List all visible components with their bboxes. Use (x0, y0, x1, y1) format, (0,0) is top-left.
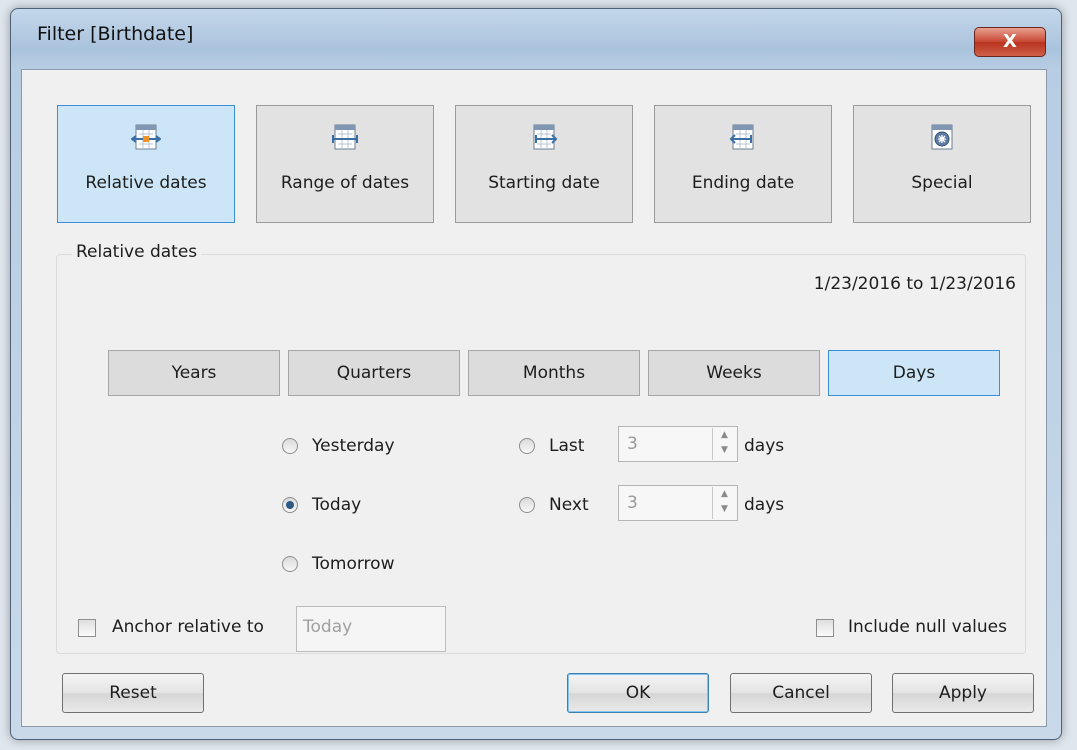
special-icon (931, 124, 953, 150)
next-count-arrows[interactable]: ▲ ▼ (712, 487, 736, 519)
ending-date-icon (729, 124, 754, 150)
tab-range-of-dates-label: Range of dates (280, 173, 410, 193)
last-label: Last (549, 436, 585, 456)
anchor-label: Anchor relative to (112, 617, 264, 637)
unit-quarters-button[interactable]: Quarters (288, 350, 460, 396)
tab-starting-date[interactable]: Starting date (455, 105, 633, 223)
decrement-arrow-icon[interactable]: ▼ (713, 443, 736, 458)
unit-months-button[interactable]: Months (468, 350, 640, 396)
include-null-checkbox[interactable] (816, 619, 834, 637)
dialog-body: Relative dates Range of dates Starting d… (21, 69, 1047, 727)
option-last[interactable]: Last (519, 436, 584, 456)
tab-relative-dates[interactable]: Relative dates (57, 105, 235, 223)
today-label: Today (312, 495, 362, 515)
next-label: Next (549, 495, 589, 515)
apply-button[interactable]: Apply (892, 673, 1034, 713)
option-yesterday[interactable]: Yesterday (282, 436, 395, 456)
tab-starting-date-label: Starting date (488, 173, 600, 193)
include-null-label: Include null values (848, 617, 1007, 637)
range-of-dates-icon (332, 124, 358, 150)
ok-button[interactable]: OK (567, 673, 709, 713)
tab-range-of-dates[interactable]: Range of dates (256, 105, 434, 223)
tab-relative-dates-label: Relative dates (85, 173, 207, 193)
filter-dialog: Filter [Birthdate] X Relative dates Rang… (10, 8, 1062, 740)
last-count-stepper[interactable]: 3 ▲ ▼ (618, 426, 738, 462)
last-radio[interactable] (519, 438, 535, 454)
anchor-date-field[interactable]: Today (296, 606, 446, 652)
tomorrow-label: Tomorrow (312, 554, 395, 574)
date-range-summary: 1/23/2016 to 1/23/2016 (813, 274, 1016, 294)
option-tomorrow[interactable]: Tomorrow (282, 554, 394, 574)
unit-weeks-button[interactable]: Weeks (648, 350, 820, 396)
cancel-button[interactable]: Cancel (730, 673, 872, 713)
next-count-value: 3 (627, 493, 638, 513)
next-unit-label: days (744, 495, 785, 515)
last-count-value: 3 (627, 434, 638, 454)
yesterday-radio[interactable] (282, 438, 298, 454)
option-today[interactable]: Today (282, 495, 361, 515)
relative-dates-icon (131, 124, 161, 150)
tab-special-label: Special (911, 173, 973, 193)
starting-date-icon (533, 124, 558, 150)
next-radio[interactable] (519, 497, 535, 513)
next-count-stepper[interactable]: 3 ▲ ▼ (618, 485, 738, 521)
last-unit-label: days (744, 436, 785, 456)
increment-arrow-icon[interactable]: ▲ (713, 487, 736, 502)
last-count-arrows[interactable]: ▲ ▼ (712, 428, 736, 460)
tab-special[interactable]: Special (853, 105, 1031, 223)
anchor-checkbox[interactable] (78, 619, 96, 637)
increment-arrow-icon[interactable]: ▲ (713, 428, 736, 443)
decrement-arrow-icon[interactable]: ▼ (713, 502, 736, 517)
yesterday-label: Yesterday (312, 436, 395, 456)
reset-button[interactable]: Reset (62, 673, 204, 713)
tomorrow-radio[interactable] (282, 556, 298, 572)
group-title: Relative dates (72, 242, 202, 262)
option-next[interactable]: Next (519, 495, 589, 515)
unit-years-button[interactable]: Years (108, 350, 280, 396)
tab-ending-date[interactable]: Ending date (654, 105, 832, 223)
close-button[interactable]: X (974, 27, 1046, 57)
today-radio[interactable] (282, 497, 298, 513)
dialog-title: Filter [Birthdate] (37, 23, 194, 45)
tab-ending-date-label: Ending date (691, 173, 795, 193)
unit-days-button[interactable]: Days (828, 350, 1000, 396)
